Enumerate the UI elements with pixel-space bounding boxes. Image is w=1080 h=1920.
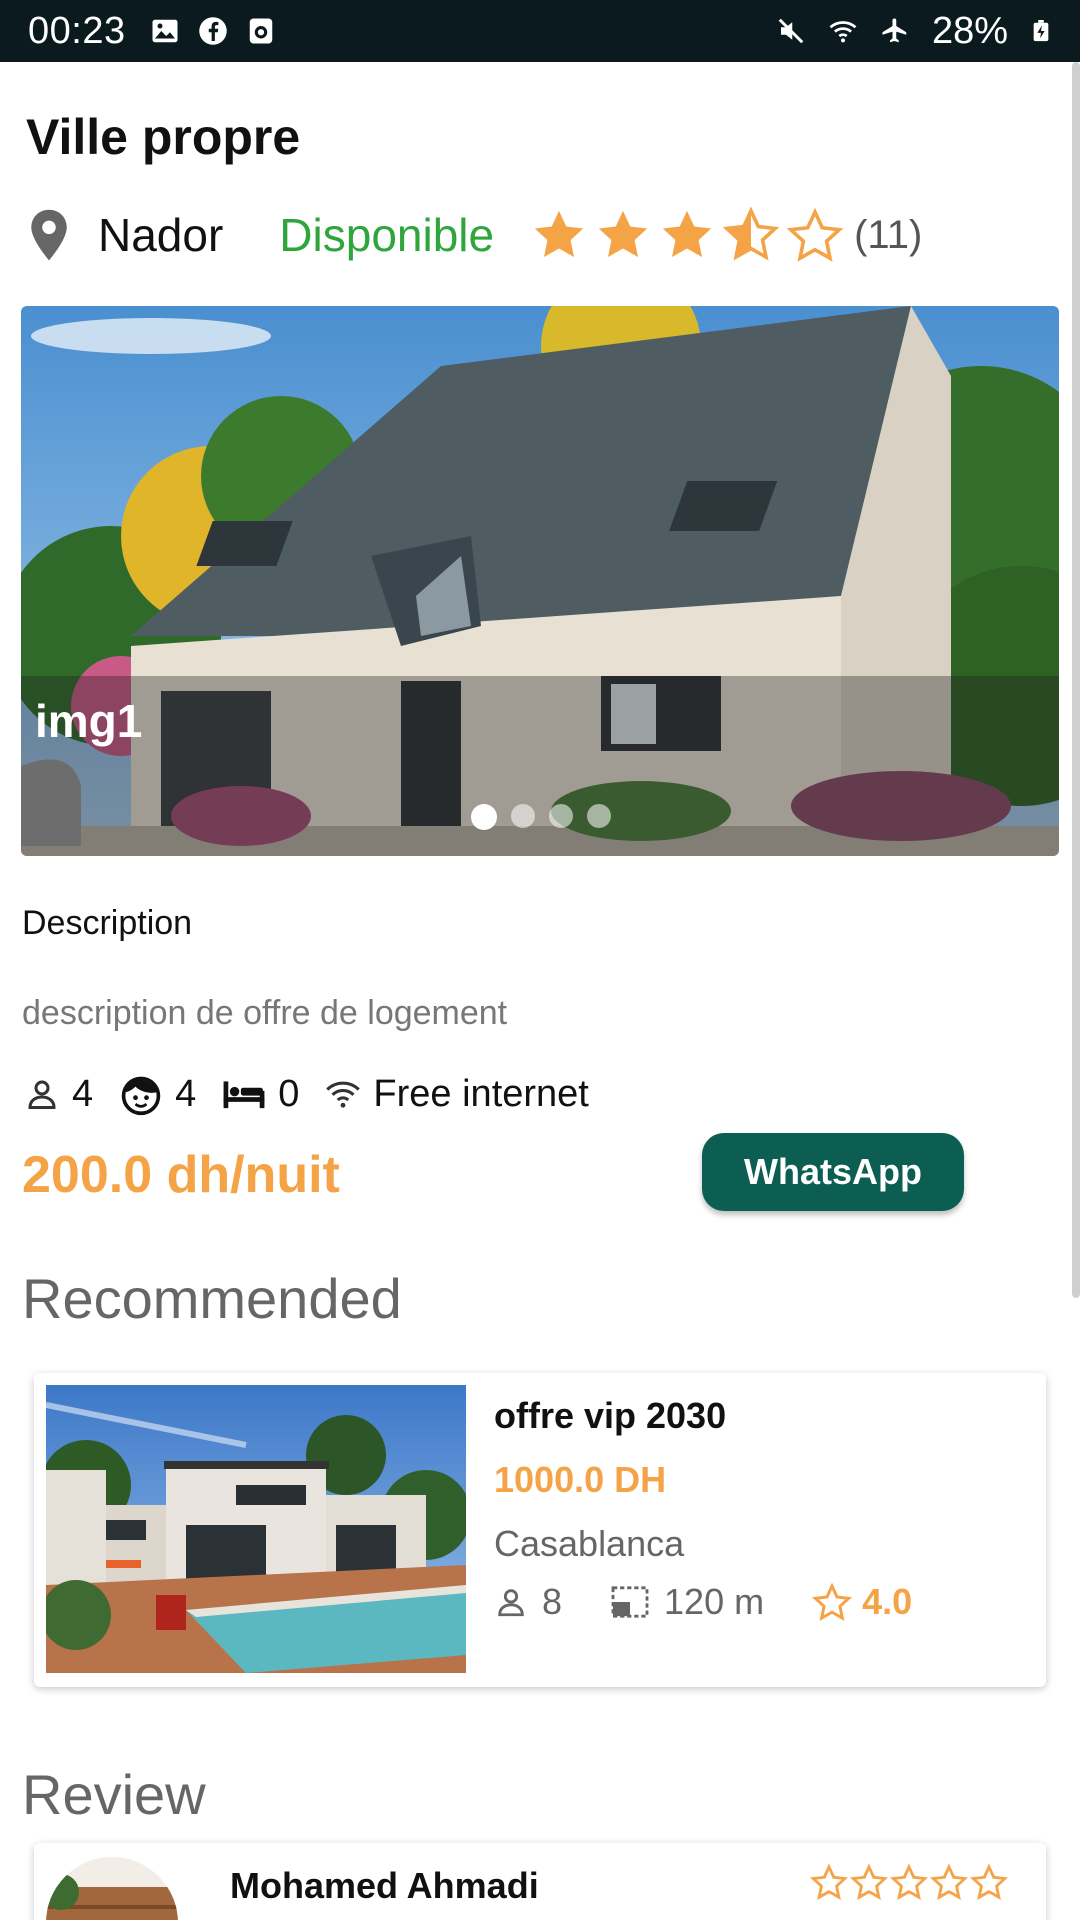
star-empty-icon [890, 1863, 928, 1900]
reviewer-name: Mohamed Ahmadi [230, 1865, 539, 1906]
status-bar: 00:23 28% [0, 0, 1080, 62]
carousel-dot[interactable] [587, 804, 611, 828]
recommended-rating: 4.0 [812, 1581, 912, 1623]
listing-image-carousel[interactable]: img1 [21, 306, 1059, 856]
wifi-icon [829, 21, 857, 43]
recommended-price: 1000.0 DH [494, 1459, 667, 1500]
star-empty-icon [850, 1863, 888, 1900]
bed-icon [223, 1081, 265, 1109]
whatsapp-button[interactable]: WhatsApp [702, 1133, 964, 1211]
listing-title: Ville propre [26, 109, 301, 165]
child-face-icon [121, 1076, 161, 1116]
star-empty-icon [812, 1582, 853, 1621]
star-full-icon [534, 210, 584, 257]
description-text: description de offre de logement [22, 994, 508, 1032]
area-value: 120 m [664, 1581, 765, 1622]
recommended-card[interactable]: offre vip 2030 1000.0 DH Casablanca 8 12… [34, 1373, 1046, 1687]
villa-pool-photo [46, 1385, 466, 1673]
recommended-title: Recommended [22, 1267, 402, 1330]
rating-stars: (11) [530, 206, 922, 264]
availability-status: Disponible [279, 209, 495, 261]
review-stars [810, 1863, 1008, 1901]
carousel-dot[interactable] [511, 804, 535, 828]
wifi-icon [326, 1081, 361, 1108]
gallery-icon [152, 19, 178, 43]
star-full-icon [662, 210, 712, 257]
star-empty-icon [786, 207, 844, 262]
carousel-dot[interactable] [549, 804, 573, 828]
recommended-name: offre vip 2030 [494, 1395, 727, 1436]
star-empty-icon [810, 1863, 848, 1900]
internet-label: Free internet [373, 1072, 589, 1115]
recommended-stats: 8 120 m 4.0 [494, 1581, 912, 1623]
star-full-icon [598, 210, 648, 257]
star-empty-icon [930, 1863, 968, 1900]
person-icon [28, 1080, 56, 1109]
beds-count: 0 [278, 1072, 300, 1115]
guests-count: 8 [542, 1581, 563, 1622]
person-icon [498, 1589, 524, 1617]
recommended-image [46, 1385, 466, 1673]
recommended-city: Casablanca [494, 1523, 685, 1564]
amenities-row: 4 4 0 Free internet [24, 1072, 615, 1116]
adults-count: 4 [72, 1072, 94, 1115]
star-empty-icon [970, 1863, 1008, 1900]
facebook-icon [198, 17, 227, 45]
notification-icons [150, 16, 276, 46]
rating-value: 4.0 [862, 1581, 913, 1622]
listing-city: Nador [98, 209, 224, 261]
listing-price: 200.0 dh/nuit [22, 1146, 340, 1204]
mute-icon [778, 18, 804, 44]
review-card: Mohamed Ahmadi [34, 1843, 1046, 1920]
status-time: 00:23 [28, 9, 126, 52]
camera-notify-icon [249, 18, 272, 44]
airplane-icon [882, 18, 907, 43]
battery-charging-icon [1033, 20, 1049, 42]
star-half-icon [722, 206, 780, 261]
avatar-image [46, 1857, 178, 1920]
avatar [46, 1857, 178, 1920]
review-title: Review [22, 1763, 206, 1826]
image-caption: img1 [35, 695, 143, 747]
system-icons: 28% [776, 10, 1052, 53]
carousel-indicator [471, 804, 611, 830]
battery-percent: 28% [931, 9, 1008, 52]
children-count: 4 [175, 1072, 197, 1115]
listing-meta: Nador Disponible (11) [28, 204, 922, 266]
carousel-dot[interactable] [471, 804, 497, 830]
rating-count: (11) [854, 212, 923, 257]
description-label: Description [22, 904, 193, 942]
area-icon [611, 1586, 649, 1618]
scrollbar[interactable] [1072, 62, 1080, 1298]
location-pin-icon [31, 209, 67, 261]
